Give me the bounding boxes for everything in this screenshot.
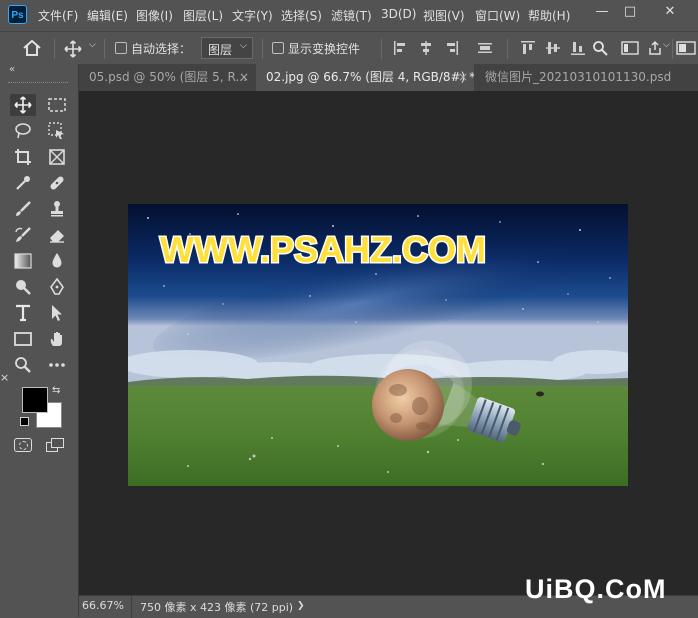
menu-3d[interactable]: 3D(D): [381, 7, 416, 21]
chevron-down-icon[interactable]: ⌵: [663, 40, 670, 50]
object-select-tool-icon[interactable]: [44, 120, 70, 142]
search-icon[interactable]: [592, 40, 608, 56]
chevron-right-icon[interactable]: ❯: [297, 601, 305, 611]
zoom-level[interactable]: 66.67%: [82, 599, 124, 612]
brush-tool-icon[interactable]: [10, 198, 36, 220]
document-info: 750 像素 x 423 像素 (72 ppi): [140, 601, 294, 614]
zoom-tool-icon[interactable]: [10, 354, 36, 376]
path-select-tool-icon[interactable]: [44, 302, 70, 324]
menu-type[interactable]: 文字(Y): [232, 7, 273, 24]
close-button[interactable]: ✕: [654, 0, 686, 26]
divider: [104, 39, 105, 59]
document-tab-bar: 05.psd @ 50% (图层 5, R... × 02.jpg @ 66.7…: [79, 64, 698, 91]
distribute-icon[interactable]: [477, 40, 493, 56]
auto-select-value: 图层: [208, 43, 233, 57]
hand-tool-icon[interactable]: [44, 328, 70, 350]
show-transform-checkbox[interactable]: [272, 42, 284, 54]
share-icon[interactable]: [647, 40, 663, 56]
tab-label: 02.jpg @ 66.7% (图层 4, RGB/8#) *: [266, 70, 474, 84]
close-tab-icon[interactable]: ×: [238, 64, 250, 91]
align-right-icon[interactable]: [443, 40, 459, 56]
collapse-icon[interactable]: «: [9, 64, 15, 75]
menu-filter[interactable]: 滤镜(T): [331, 7, 372, 24]
rectangle-tool-icon[interactable]: [10, 328, 36, 350]
divider: [131, 596, 132, 618]
options-bar: ⌵ 自动选择： 图层 ⌵ 显示变换控件 ⌵: [0, 31, 698, 66]
divider: [381, 39, 382, 59]
quick-mask-icon[interactable]: [14, 438, 32, 452]
crop-tool-icon[interactable]: [10, 146, 36, 168]
eyedropper-tool-icon[interactable]: [10, 172, 36, 194]
align-left-icon[interactable]: [393, 40, 409, 56]
tab-wechat-psd[interactable]: 微信图片_20210310101130.psd: [475, 64, 698, 91]
menu-file[interactable]: 文件(F): [38, 7, 78, 24]
tab-label: 微信图片_20210310101130.psd: [485, 70, 672, 84]
menu-image[interactable]: 图像(I): [136, 7, 173, 24]
show-transform-label: 显示变换控件: [288, 42, 361, 56]
watermark-text-on-canvas: WWW.PSAHZ.COM: [160, 229, 486, 270]
panel-options-icon[interactable]: [676, 40, 696, 56]
lasso-tool-icon[interactable]: [10, 120, 36, 142]
frame-tool-icon[interactable]: [44, 146, 70, 168]
chevron-down-icon[interactable]: ⌵: [89, 40, 96, 50]
more-tools-icon[interactable]: [44, 354, 70, 376]
menu-view[interactable]: 视图(V): [423, 7, 465, 24]
document-canvas[interactable]: WWW.PSAHZ.COM: [128, 204, 628, 486]
canvas-area[interactable]: WWW.PSAHZ.COM: [79, 91, 698, 595]
tab-02-jpg[interactable]: 02.jpg @ 66.7% (图层 4, RGB/8#) *: [256, 64, 474, 91]
foreground-color-swatch[interactable]: [22, 387, 48, 413]
site-watermark: UiBQ.CoM: [525, 574, 667, 604]
marquee-tool-icon[interactable]: [44, 94, 70, 116]
align-middle-icon[interactable]: [545, 40, 561, 56]
night-sky-bulb-image: WWW.PSAHZ.COM: [128, 204, 628, 486]
swap-colors-icon[interactable]: ⇆: [52, 385, 60, 396]
tab-label: 05.psd @ 50% (图层 5, R...: [89, 70, 247, 84]
dodge-tool-icon[interactable]: [10, 276, 36, 298]
pen-tool-icon[interactable]: [44, 276, 70, 298]
divider: [262, 39, 263, 59]
blur-tool-icon[interactable]: [44, 250, 70, 272]
tab-05-psd[interactable]: 05.psd @ 50% (图层 5, R...: [79, 64, 255, 91]
workspace-icon[interactable]: [621, 40, 639, 56]
move-tool-preset-icon[interactable]: [64, 40, 82, 58]
menu-select[interactable]: 选择(S): [281, 7, 322, 24]
panel-grip[interactable]: [8, 82, 68, 85]
screen-mode-icon[interactable]: [46, 438, 66, 454]
history-brush-tool-icon[interactable]: [10, 224, 36, 246]
home-icon[interactable]: [22, 39, 42, 57]
align-bottom-icon[interactable]: [570, 40, 586, 56]
menu-bar: Ps 文件(F) 编辑(E) 图像(I) 图层(L) 文字(Y) 选择(S) 滤…: [0, 0, 698, 30]
gradient-tool-icon[interactable]: [10, 250, 36, 272]
menu-layer[interactable]: 图层(L): [183, 7, 223, 24]
align-top-icon[interactable]: [520, 40, 536, 56]
divider: [672, 39, 673, 59]
type-tool-icon[interactable]: [10, 302, 36, 324]
maximize-button[interactable]: □: [614, 0, 646, 26]
move-tool-icon[interactable]: [10, 94, 36, 116]
divider: [507, 39, 508, 59]
eraser-tool-icon[interactable]: [44, 224, 70, 246]
close-icon[interactable]: ×: [0, 371, 9, 384]
clone-stamp-tool-icon[interactable]: [44, 198, 70, 220]
chevron-down-icon: ⌵: [240, 41, 247, 51]
auto-select-label: 自动选择：: [131, 42, 192, 56]
menu-edit[interactable]: 编辑(E): [87, 7, 128, 24]
auto-select-dropdown[interactable]: 图层 ⌵: [201, 37, 253, 59]
close-tab-icon[interactable]: ×: [457, 64, 469, 91]
auto-select-checkbox[interactable]: [115, 42, 127, 54]
divider: [54, 39, 55, 59]
tools-panel: « × ⇆: [0, 64, 79, 617]
photoshop-logo: Ps: [8, 5, 27, 24]
align-center-icon[interactable]: [418, 40, 434, 56]
menu-window[interactable]: 窗口(W): [475, 7, 520, 24]
default-colors-icon[interactable]: [20, 417, 29, 426]
menu-help[interactable]: 帮助(H): [528, 7, 570, 24]
healing-brush-tool-icon[interactable]: [44, 172, 70, 194]
